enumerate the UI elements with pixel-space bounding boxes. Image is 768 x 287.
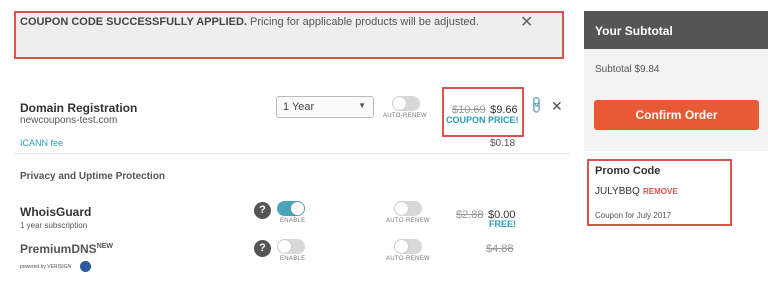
coupon-notice-detail: Pricing for applicable products will be … xyxy=(246,16,479,28)
whoisguard-title: WhoisGuard xyxy=(20,205,92,219)
icann-fee-price: $0.18 xyxy=(490,138,516,149)
premiumdns-title: PremiumDNSNEW xyxy=(20,242,113,256)
remove-icon[interactable]: ✕ xyxy=(551,98,563,115)
section-title: Privacy and Uptime Protection xyxy=(20,171,166,182)
help-icon[interactable]: ? xyxy=(254,202,271,219)
premiumdns-auto-renew-label: AUTO-RENEW xyxy=(386,256,430,262)
promo-code-description: Coupon for July 2017 xyxy=(595,211,672,220)
premiumdns-auto-renew-toggle[interactable] xyxy=(394,239,422,254)
subtotal-title: Your Subtotal xyxy=(595,24,673,38)
whoisguard-auto-renew-toggle[interactable] xyxy=(394,201,422,216)
subtotal-value: Subtotal $9.84 xyxy=(595,64,660,75)
whoisguard-old-price: $2.88 xyxy=(456,209,484,221)
promo-code-title: Promo Code xyxy=(595,165,661,177)
period-select[interactable]: 1 Year ▼ xyxy=(276,96,374,118)
domain-auto-renew-label: AUTO-RENEW xyxy=(383,113,427,119)
promo-code-value: JULYBBQ xyxy=(595,186,640,197)
help-icon[interactable]: ? xyxy=(254,240,271,257)
premiumdns-enable-label: ENABLE xyxy=(280,256,306,262)
whoisguard-enable-label: ENABLE xyxy=(280,218,306,224)
chevron-down-icon: ▼ xyxy=(358,101,366,110)
coupon-price-label: COUPON PRICE! xyxy=(446,115,519,125)
icann-fee-link[interactable]: ICANN fee xyxy=(20,138,63,148)
remove-promo-button[interactable]: REMOVE xyxy=(643,187,678,196)
confirm-order-button[interactable]: Confirm Order xyxy=(594,100,759,130)
premiumdns-enable-toggle[interactable] xyxy=(277,239,305,254)
coupon-notice-text: COUPON CODE SUCCESSFULLY APPLIED. Pricin… xyxy=(20,16,479,28)
domain-name: newcoupons-test.com xyxy=(20,115,118,126)
divider xyxy=(14,153,570,154)
premiumdns-old-price: $4.88 xyxy=(486,243,514,255)
close-icon[interactable]: ✕ xyxy=(520,12,533,32)
period-select-value: 1 Year xyxy=(283,101,315,113)
coupon-notice-bold: COUPON CODE SUCCESSFULLY APPLIED. xyxy=(20,16,247,28)
new-badge: NEW xyxy=(96,243,114,250)
whoisguard-free-label: FREE! xyxy=(489,219,516,229)
whoisguard-auto-renew-label: AUTO-RENEW xyxy=(386,218,430,224)
link-icon[interactable]: 🔗 xyxy=(526,95,546,115)
domain-auto-renew-toggle[interactable] xyxy=(392,96,420,111)
powered-by-verisign: powered by VERISIGN xyxy=(20,264,72,270)
premiumdns-name: PremiumDNS xyxy=(20,242,97,256)
whoisguard-enable-toggle[interactable] xyxy=(277,201,305,216)
verisign-logo xyxy=(80,261,91,272)
whoisguard-subscription: 1 year subscription xyxy=(20,221,88,230)
domain-registration-title: Domain Registration xyxy=(20,101,138,115)
